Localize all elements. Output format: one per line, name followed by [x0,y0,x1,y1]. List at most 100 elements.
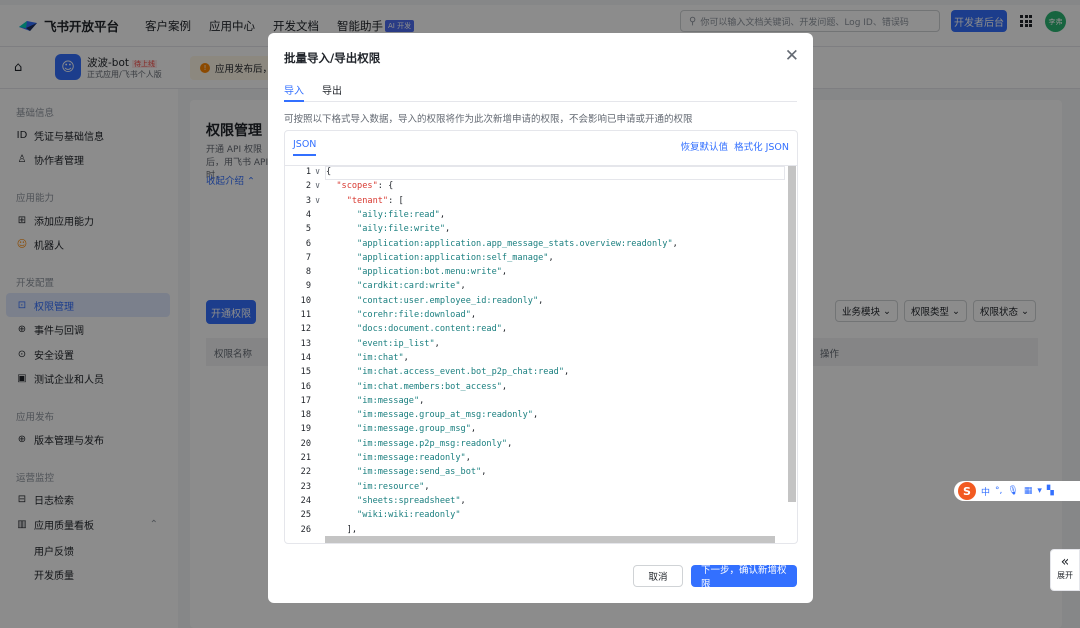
code-text: "im:message.p2p_msg:readonly", [357,438,513,449]
code-line[interactable]: 8 "application:bot.menu:write", [285,267,785,281]
line-number: 22 [300,467,311,478]
restore-default-button[interactable]: 恢复默认值 [681,139,729,153]
line-number: 16 [300,381,311,392]
dialog-title: 批量导入/导出权限 [284,51,381,65]
dialog-tabs: 导入 导出 [284,80,797,102]
line-number: 2 [305,181,311,192]
code-line[interactable]: 9 "cardkit:card:write", [285,281,785,295]
code-text: "wiki:wiki:readonly" [357,510,461,521]
code-text: "tenant": [ [346,195,404,206]
code-text: "im:chat.access_event.bot_p2p_chat:read"… [357,367,570,378]
cancel-button[interactable]: 取消 [633,565,683,587]
code-line[interactable]: 25 "wiki:wiki:readonly" [285,510,785,524]
close-icon[interactable]: ✕ [785,46,799,66]
code-line[interactable]: 17 "im:message", [285,396,785,410]
expand-panel-button[interactable]: « 展开 [1050,549,1080,591]
code-text: ], [346,524,358,535]
code-line[interactable]: 16 "im:chat.members:bot_access", [285,382,785,396]
ime-toolbar[interactable]: S 中 °, 🎙︎ ▦ ▾ ▚ [954,481,1080,501]
code-line[interactable]: 20 "im:message.p2p_msg:readonly", [285,439,785,453]
tab-export[interactable]: 导出 [322,80,342,102]
skin-icon: ▾ [1037,486,1042,496]
code-line[interactable]: 26 ], [285,525,785,539]
double-chevron-left-icon: « [1060,554,1070,570]
code-text: "im:message.group_msg", [357,424,477,435]
code-text: "contact:user.employee_id:readonly", [357,295,544,306]
line-number: 17 [300,395,311,406]
code-text: "im:chat.members:bot_access", [357,381,508,392]
code-text: "application:application:self_manage", [357,252,554,263]
code-line[interactable]: 6 "application:application.app_message_s… [285,239,785,253]
line-number: 12 [300,324,311,335]
line-number: 23 [300,481,311,492]
toolbox-icon: ▚ [1046,486,1054,496]
line-number: 24 [300,495,311,506]
code-text: "event:ip_list", [357,338,440,349]
code-text: "im:message", [357,395,425,406]
code-line[interactable]: 7 "application:application:self_manage", [285,253,785,267]
code-text: "im:message:readonly", [357,453,471,463]
code-line[interactable]: 3 ∨ "tenant": [ [285,196,785,210]
code-line[interactable]: 13 "event:ip_list", [285,339,785,353]
next-confirm-button[interactable]: 下一步，确认新增权限 [691,565,797,590]
code-text: "im:message.group_at_msg:readonly", [357,410,539,421]
line-number: 20 [300,438,311,449]
code-text: "application:application.app_message_sta… [357,238,678,249]
fold-chevron-icon[interactable]: ∨ [315,196,320,206]
code-line[interactable]: 24 "sheets:spreadsheet", [285,496,785,510]
editor-actions: 恢复默认值 格式化 JSON [681,139,789,153]
line-number: 19 [300,424,311,435]
code-line[interactable]: 22 "im:message:send_as_bot", [285,467,785,481]
line-number: 4 [305,209,311,220]
line-number: 21 [300,453,311,463]
json-code-editor[interactable]: 1 ∨{2 ∨ "scopes": {3 ∨ "tenant": [4 "aily:f… [285,165,797,543]
code-line[interactable]: 15 "im:chat.access_event.bot_p2p_chat:re… [285,367,785,381]
ime-mode-label: 中 [981,487,991,498]
line-number: 13 [300,338,311,349]
code-text: "application:bot.menu:write", [357,267,508,278]
microphone-icon: 🎙︎ [1007,486,1019,496]
line-number: 14 [300,352,311,363]
code-line[interactable]: 21 "im:message:readonly", [285,453,785,467]
sogou-logo-icon: S [958,482,976,500]
line-number: 15 [300,367,311,378]
line-number: 6 [305,238,311,249]
line-number: 18 [300,410,311,421]
expand-label: 展开 [1057,571,1073,580]
fold-chevron-icon[interactable]: ∨ [315,181,320,191]
code-line[interactable]: 19 "im:message.group_msg", [285,424,785,438]
code-text: "sheets:spreadsheet", [357,495,466,506]
code-line[interactable]: 18 "im:message.group_at_msg:readonly", [285,410,785,424]
code-line[interactable]: 12 "docs:document.content:read", [285,324,785,338]
code-text: "im:resource", [357,481,430,492]
tab-import[interactable]: 导入 [284,80,304,102]
code-line[interactable]: 10 "contact:user.employee_id:readonly", [285,296,785,310]
keyboard-icon: ▦ [1023,486,1033,496]
json-editor-panel: JSON 恢复默认值 格式化 JSON 1 ∨{2 ∨ "scopes": {3 ∨ … [284,130,798,544]
code-line[interactable]: 5 "aily:file:write", [285,224,785,238]
code-text: "corehr:file:download", [357,310,477,320]
code-text: "im:chat", [357,352,409,363]
code-line[interactable]: 14 "im:chat", [285,353,785,367]
line-number: 8 [305,267,311,278]
code-text: "aily:file:read", [357,209,446,220]
fold-chevron-icon[interactable]: ∨ [315,167,320,177]
code-text: "scopes": { [336,181,394,192]
batch-permission-dialog: 批量导入/导出权限 ✕ 导入 导出 可按照以下格式导入数据，导入的权限将作为此次… [268,33,813,603]
current-line-highlight [325,166,785,180]
format-json-button[interactable]: 格式化 JSON [734,139,789,153]
code-text: "cardkit:card:write", [357,281,466,292]
dialog-footer: 取消 下一步，确认新增权限 [633,565,797,590]
vertical-scrollbar[interactable] [788,166,796,502]
punctuation-icon: °, [995,486,1003,496]
code-line[interactable]: 2 ∨ "scopes": { [285,181,785,195]
code-line[interactable]: 4 "aily:file:read", [285,210,785,224]
code-line[interactable]: 11 "corehr:file:download", [285,310,785,324]
import-description: 可按照以下格式导入数据，导入的权限将作为此次新增申请的权限，不会影响已申请或开通… [284,114,693,125]
code-line[interactable]: 23 "im:resource", [285,482,785,496]
line-number: 10 [300,295,311,306]
line-number: 7 [305,252,311,263]
line-number: 9 [305,281,311,292]
editor-tab-json[interactable]: JSON [293,139,317,156]
line-number: 26 [300,524,311,535]
